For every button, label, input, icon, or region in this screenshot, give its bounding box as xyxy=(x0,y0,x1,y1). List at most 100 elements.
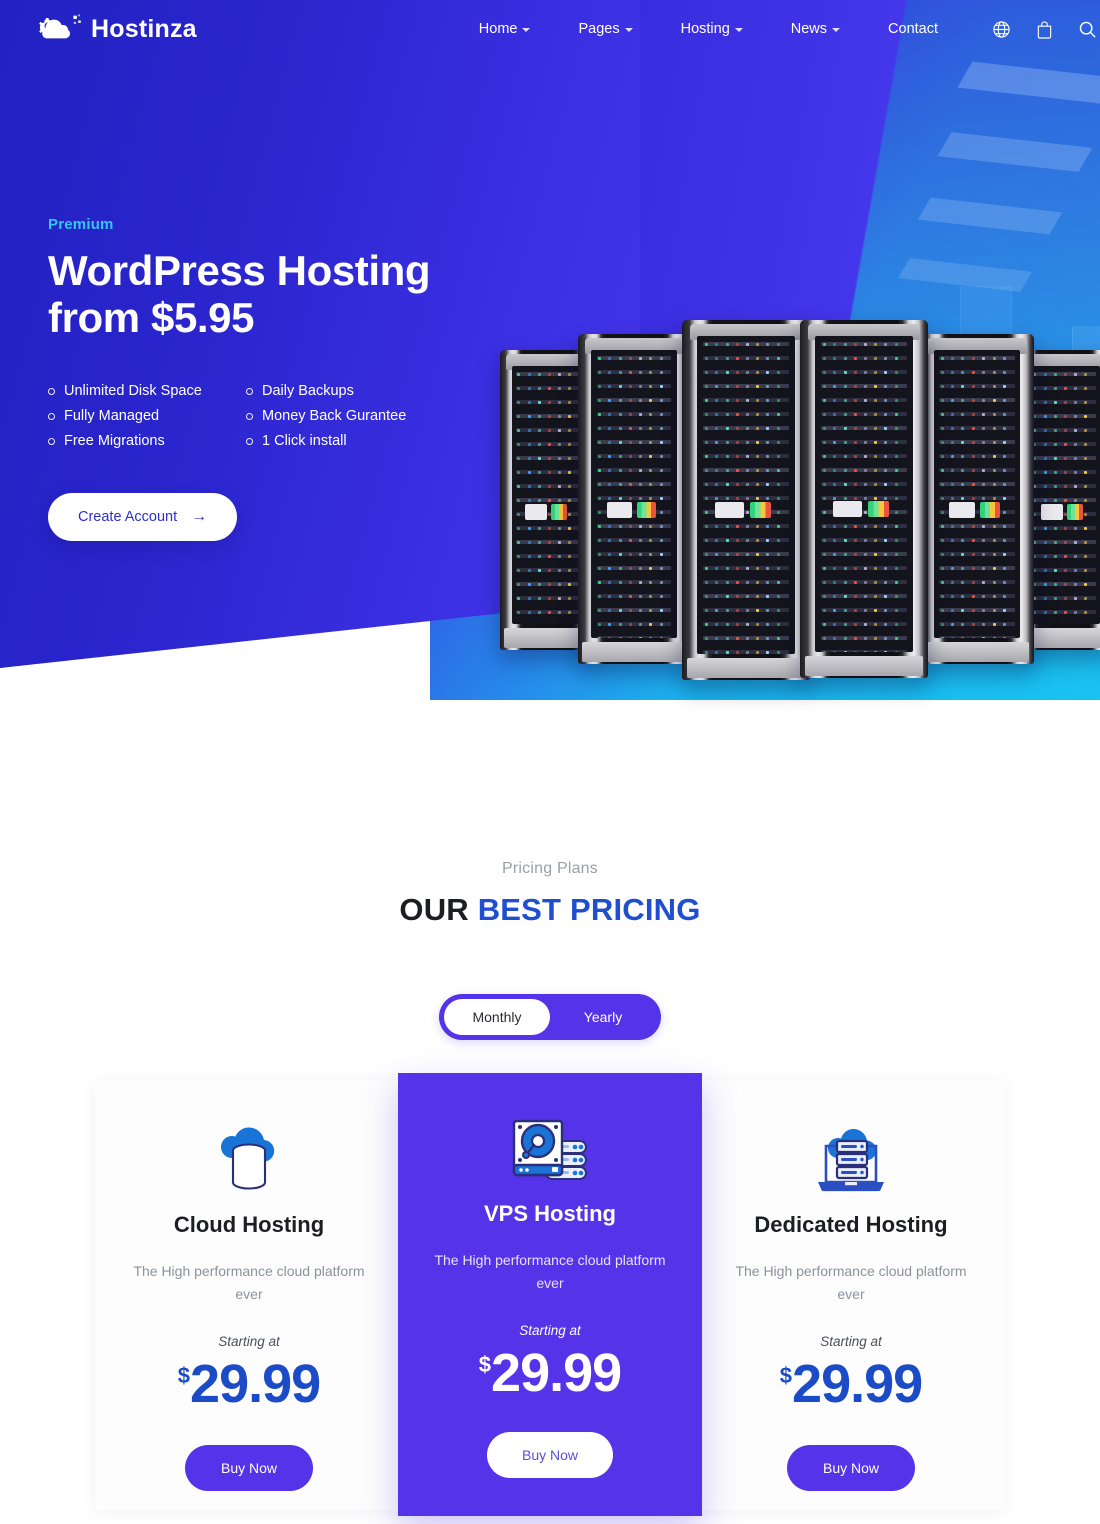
server-rack-illustration xyxy=(500,270,1100,690)
rack-panel xyxy=(815,336,913,652)
bullet-circle-icon xyxy=(48,437,55,445)
rack-led xyxy=(776,623,780,626)
rack-led xyxy=(864,357,867,360)
nav-item-pages[interactable]: Pages xyxy=(554,21,656,37)
rack-led xyxy=(823,511,827,514)
rack-led xyxy=(853,553,857,556)
plan-starting-label: Starting at xyxy=(519,1323,581,1339)
rack-led xyxy=(992,595,996,598)
rack-led xyxy=(1043,499,1047,502)
hero-title: WordPress Hosting from $5.95 xyxy=(48,247,528,341)
rack-led xyxy=(735,455,739,458)
rack-led xyxy=(746,483,749,486)
rack-led xyxy=(894,371,898,374)
nav-item-news[interactable]: News xyxy=(767,21,864,37)
rack-led xyxy=(874,609,878,612)
buy-now-button[interactable]: Buy Now xyxy=(487,1432,613,1479)
rack-led xyxy=(628,609,632,612)
rack-led xyxy=(705,483,709,486)
rack-status-bars xyxy=(637,502,657,518)
rack-led xyxy=(992,413,996,416)
billing-period-toggle[interactable]: Monthly Yearly xyxy=(439,994,661,1040)
rack-led xyxy=(639,525,643,528)
rack-led xyxy=(1002,595,1006,598)
rack-led xyxy=(746,525,749,528)
nav-item-contact[interactable]: Contact xyxy=(864,21,962,37)
rack-led xyxy=(558,541,562,544)
rack-led xyxy=(548,583,551,586)
shopping-bag-icon[interactable] xyxy=(1035,20,1054,39)
nav-item-label: Hosting xyxy=(680,21,730,37)
rack-led xyxy=(639,469,643,472)
rack-led xyxy=(843,581,847,584)
rack-led xyxy=(853,567,857,570)
rack-led xyxy=(864,595,867,598)
globe-icon[interactable] xyxy=(992,20,1011,39)
rack-led xyxy=(971,525,975,528)
rack-led xyxy=(853,539,857,542)
rack-led xyxy=(725,427,729,430)
server-rack xyxy=(920,334,1034,664)
rack-led xyxy=(874,385,878,388)
rack-led xyxy=(639,385,643,388)
rack-led xyxy=(628,497,632,500)
rack-led xyxy=(951,581,954,584)
rack-led xyxy=(598,525,602,528)
plan-currency-symbol: $ xyxy=(478,1352,492,1378)
search-icon[interactable] xyxy=(1078,20,1097,39)
toggle-yearly[interactable]: Yearly xyxy=(550,999,656,1035)
logo[interactable]: Hostinza xyxy=(36,10,197,48)
nav-item-home[interactable]: Home xyxy=(455,21,555,37)
rack-led xyxy=(776,483,780,486)
rack-led xyxy=(1074,541,1078,544)
chevron-down-icon xyxy=(522,28,531,32)
rack-led xyxy=(639,581,643,584)
rack-base xyxy=(805,656,923,676)
create-account-button[interactable]: Create Account → xyxy=(48,493,238,542)
rack-led xyxy=(776,497,780,500)
rack-led xyxy=(1002,371,1006,374)
rack-led xyxy=(639,609,643,612)
rack-led xyxy=(776,469,780,472)
rack-led xyxy=(537,443,541,446)
rack-led xyxy=(756,609,760,612)
rack-led xyxy=(940,497,944,500)
rack-led xyxy=(864,539,867,542)
rack-led xyxy=(735,343,739,346)
buy-now-button[interactable]: Buy Now xyxy=(787,1445,915,1492)
rack-led xyxy=(1074,499,1078,502)
toggle-monthly[interactable]: Monthly xyxy=(444,999,550,1035)
plan-currency-symbol: $ xyxy=(779,1363,793,1389)
rack-led xyxy=(853,469,857,472)
rack-led xyxy=(735,553,739,556)
rack-led xyxy=(940,567,944,570)
rack-led xyxy=(874,581,878,584)
rack-led xyxy=(1064,443,1067,446)
rack-led xyxy=(558,429,562,432)
rack-led xyxy=(756,539,760,542)
buy-now-button[interactable]: Buy Now xyxy=(185,1445,313,1492)
rack-led xyxy=(725,371,729,374)
rack-led xyxy=(725,651,729,654)
rack-led xyxy=(558,527,562,530)
rack-led xyxy=(951,441,954,444)
rack-led xyxy=(558,387,562,390)
hero-feature-label: Daily Backups xyxy=(262,383,354,400)
rack-led xyxy=(894,455,898,458)
rack-led xyxy=(746,441,749,444)
rack-led xyxy=(940,357,944,360)
rack-led xyxy=(1074,485,1078,488)
rack-led xyxy=(628,637,632,638)
rack-led xyxy=(618,385,622,388)
rack-led xyxy=(1064,499,1067,502)
rack-led xyxy=(628,483,632,486)
rack-led xyxy=(1002,525,1006,528)
rack-led xyxy=(746,343,749,346)
rack-led xyxy=(1002,623,1006,626)
rack-led xyxy=(659,441,663,444)
rack-led xyxy=(874,343,878,346)
nav-item-hosting[interactable]: Hosting xyxy=(657,21,767,37)
rack-led xyxy=(1043,597,1047,600)
rack-led xyxy=(940,511,944,514)
rack-led xyxy=(823,455,827,458)
